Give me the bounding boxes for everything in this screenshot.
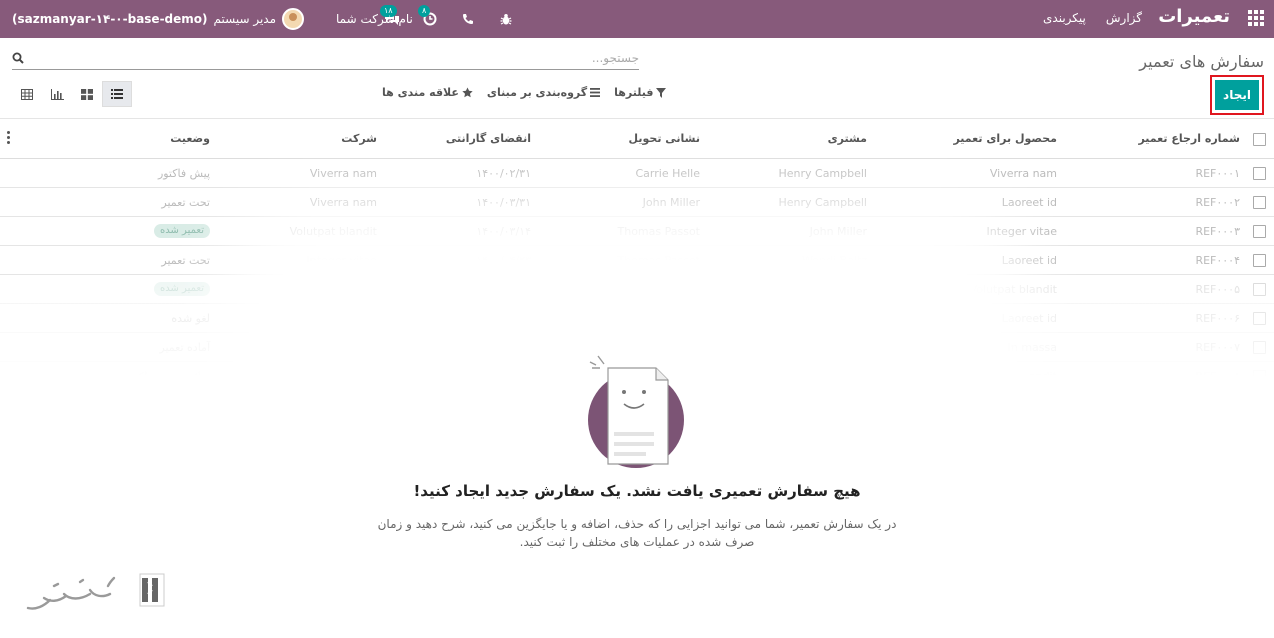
column-header-reference[interactable]: شماره ارجاع تعمیر bbox=[1050, 119, 1240, 158]
cell-delivery-address: Carrie Helle bbox=[635, 166, 700, 180]
create-button-highlight: ایجاد bbox=[1210, 75, 1264, 115]
cell-delivery-address: John Miller bbox=[642, 195, 700, 209]
cell-status: تحت تعمیر bbox=[60, 246, 210, 274]
column-header-warranty[interactable]: انقضای گارانتی bbox=[371, 119, 531, 158]
row-checkbox[interactable] bbox=[1253, 167, 1266, 180]
cell-product: Integer vitae bbox=[986, 224, 1057, 238]
breadcrumb: سفارش های تعمیر bbox=[1139, 52, 1264, 71]
avatar[interactable] bbox=[282, 8, 305, 30]
search-input[interactable] bbox=[39, 48, 639, 68]
groupby-label: گروه‌بندی بر مبنای bbox=[486, 86, 588, 99]
cell-customer: Henry Campbell bbox=[778, 195, 867, 209]
column-header-status[interactable]: وضعیت bbox=[60, 119, 210, 158]
search-options: فیلترها گروه‌بندی بر مبنای علاقه مندی ها bbox=[382, 86, 667, 99]
kanban-icon bbox=[81, 88, 93, 100]
filter-icon bbox=[656, 87, 667, 98]
cell-status: تعمیر شده bbox=[60, 217, 210, 245]
cell-delivery-address: Thomas Passot bbox=[617, 224, 701, 238]
helper-text-line-2: صرف شده در عملیات های مختلف را ثبت کنید. bbox=[519, 535, 755, 549]
main-menu: گزارش پیکربندی bbox=[1043, 11, 1142, 25]
menu-item-configuration[interactable]: پیکربندی bbox=[1043, 11, 1086, 25]
cell-company: Volutpat blandit bbox=[289, 224, 377, 238]
cell-customer: John Miller bbox=[809, 224, 867, 238]
status-badge: تعمیر شده bbox=[154, 224, 210, 238]
create-button[interactable]: ایجاد bbox=[1215, 80, 1259, 110]
cell-status: پیش فاکتور bbox=[60, 159, 210, 187]
database-name: (sazmanyar-۱۴-۰-base-demo) bbox=[12, 12, 208, 26]
cell-company: Viverra nam bbox=[309, 195, 377, 209]
menu-item-report[interactable]: گزارش bbox=[1106, 11, 1142, 25]
optional-columns-icon[interactable] bbox=[6, 131, 10, 144]
cell-company: Viverra nam bbox=[309, 166, 377, 180]
row-checkbox[interactable] bbox=[1253, 254, 1266, 267]
star-icon bbox=[462, 87, 473, 98]
filters-label: فیلترها bbox=[614, 86, 654, 99]
column-header-product[interactable]: محصول برای تعمیر bbox=[867, 119, 1057, 158]
apps-grid-icon[interactable] bbox=[1248, 10, 1264, 26]
filters-toggle[interactable]: فیلترها bbox=[614, 86, 667, 99]
helper-text: در یک سفارش تعمیر، شما می توانید اجزایی … bbox=[355, 515, 919, 551]
cell-reference: REF۰۰۰۳ bbox=[1195, 224, 1240, 238]
view-switcher bbox=[12, 81, 132, 107]
favorites-toggle[interactable]: علاقه مندی ها bbox=[382, 86, 473, 99]
column-header-company[interactable]: شرکت bbox=[187, 119, 377, 158]
cell-product: Viverra nam bbox=[989, 166, 1057, 180]
row-checkbox[interactable] bbox=[1253, 225, 1266, 238]
table-icon bbox=[21, 88, 33, 100]
favorites-label: علاقه مندی ها bbox=[382, 86, 459, 99]
table-header: شماره ارجاع تعمیر محصول برای تعمیر مشتری… bbox=[0, 118, 1274, 159]
table-row[interactable]: REF۰۰۰۳ Integer vitae John Miller Thomas Pa… bbox=[0, 217, 1274, 246]
logo-mark bbox=[26, 573, 165, 610]
cell-status: تحت تعمیر bbox=[60, 188, 210, 216]
cell-warranty: ۱۴۰۰/۰۲/۳۱ bbox=[476, 166, 531, 180]
company-switcher[interactable]: نام شرکت شما bbox=[336, 12, 413, 26]
kanban-view-button[interactable] bbox=[72, 81, 102, 107]
status-badge: تحت تعمیر bbox=[161, 253, 210, 267]
watermark-logo bbox=[24, 570, 170, 616]
user-menu[interactable]: مدیر سیستم bbox=[214, 12, 277, 26]
helper-text-line-1: در یک سفارش تعمیر، شما می توانید اجزایی … bbox=[377, 517, 897, 531]
bar-chart-icon bbox=[50, 88, 64, 100]
table-row[interactable]: REF۰۰۰۲ Laoreet id Henry Campbell John Mill… bbox=[0, 188, 1274, 217]
column-header-customer[interactable]: مشتری bbox=[697, 119, 867, 158]
row-checkbox[interactable] bbox=[1253, 196, 1266, 209]
table-row[interactable]: REF۰۰۰۱ Viverra nam Henry Campbell Carrie H… bbox=[0, 159, 1274, 188]
select-all-checkbox[interactable] bbox=[1253, 132, 1266, 146]
bug-icon[interactable] bbox=[498, 11, 514, 27]
phone-icon[interactable] bbox=[460, 11, 476, 27]
clock-icon[interactable]: ۸ bbox=[418, 5, 438, 27]
empty-document-icon bbox=[588, 355, 684, 468]
list-icon bbox=[590, 88, 601, 97]
list-icon bbox=[111, 89, 123, 99]
list-view-button[interactable] bbox=[102, 81, 132, 107]
status-badge: پیش فاکتور bbox=[157, 166, 210, 180]
helper-title: هیچ سفارش تعمیری یافت نشد. یک سفارش جدید… bbox=[413, 482, 861, 500]
groupby-toggle[interactable]: گروه‌بندی بر مبنای bbox=[486, 86, 601, 99]
cell-reference: REF۰۰۰۱ bbox=[1195, 166, 1240, 180]
cell-product: Laoreet id bbox=[1001, 195, 1057, 209]
pivot-view-button[interactable] bbox=[12, 81, 42, 107]
graph-view-button[interactable] bbox=[42, 81, 72, 107]
cell-customer: Henry Campbell bbox=[778, 166, 867, 180]
top-navbar: تعمیرات گزارش پیکربندی ۱۸ ۸ (sazmanyar-۱… bbox=[0, 0, 1274, 38]
cell-warranty: ۱۴۰۰/۰۳/۱۴ bbox=[476, 224, 531, 238]
status-badge: تحت تعمیر bbox=[161, 195, 210, 209]
cell-reference: REF۰۰۰۴ bbox=[1195, 253, 1240, 267]
cell-reference: REF۰۰۰۲ bbox=[1195, 195, 1240, 209]
app-title[interactable]: تعمیرات bbox=[1158, 6, 1230, 27]
search-bar bbox=[12, 46, 639, 70]
column-header-delivery-address[interactable]: نشانی تحویل bbox=[525, 119, 700, 158]
user-area: (sazmanyar-۱۴-۰-base-demo) مدیر سیستم نا… bbox=[12, 0, 413, 38]
cell-warranty: ۱۴۰۰/۰۳/۳۱ bbox=[476, 195, 531, 209]
search-icon[interactable] bbox=[12, 52, 24, 64]
